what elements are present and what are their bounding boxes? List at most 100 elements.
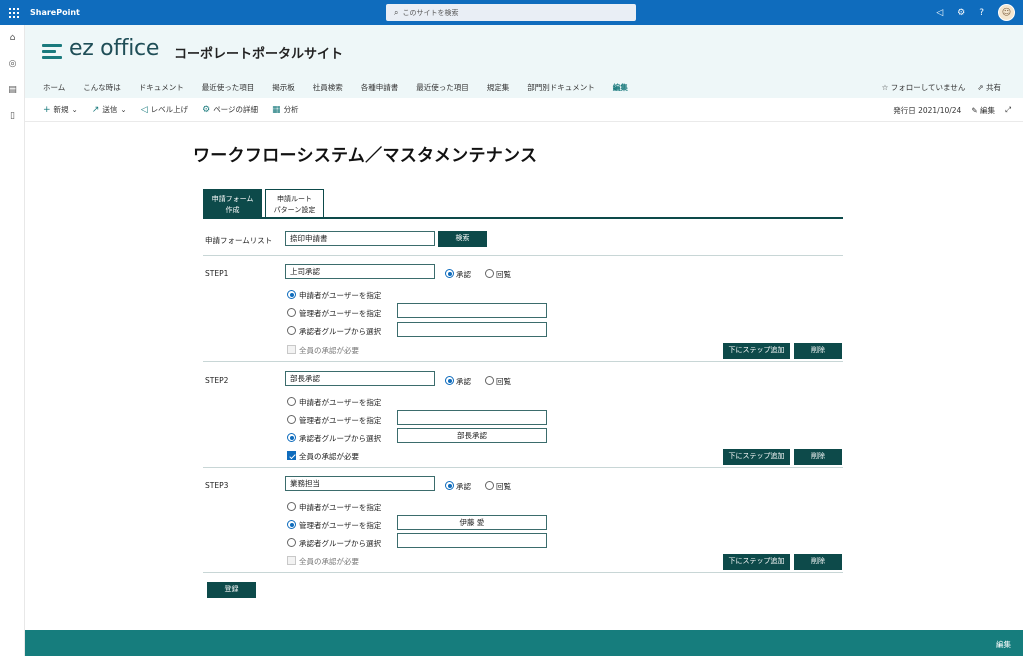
star-icon: ☆ [881, 83, 891, 92]
applicant-label: 申請者がユーザーを指定 [299, 291, 382, 300]
circulate-radio[interactable] [485, 376, 494, 385]
megaphone-icon[interactable]: ◁ [936, 8, 943, 18]
share-button[interactable]: ⇗ 共有 [977, 82, 1001, 93]
gear-icon: ⚙ [202, 104, 211, 115]
logo-text[interactable]: ez office [69, 36, 159, 61]
applicant-label: 申請者がユーザーを指定 [299, 503, 382, 512]
all-approval-checkbox[interactable] [287, 451, 296, 460]
avatar[interactable]: ☺ [998, 4, 1015, 21]
chevron-down-icon: ⌄ [71, 105, 78, 114]
separator [203, 572, 843, 573]
group-input[interactable] [397, 322, 547, 337]
app-name[interactable]: SharePoint [30, 8, 80, 17]
search-placeholder: このサイトを検索 [402, 8, 459, 17]
footer: 編集 [25, 630, 1023, 656]
approve-radio[interactable] [445, 481, 454, 490]
admin-user-input[interactable] [397, 410, 547, 425]
promote-button[interactable]: ◁ レベル上げ [141, 104, 188, 115]
chevron-down-icon: ⌄ [120, 105, 127, 114]
applicant-radio[interactable] [287, 397, 296, 406]
help-icon[interactable]: ? [979, 8, 984, 18]
group-input[interactable]: 部長承認 [397, 428, 547, 443]
delete-button[interactable]: 削除 [794, 449, 842, 465]
approve-label: 承認 [456, 482, 471, 491]
home-icon[interactable]: ⌂ [0, 25, 25, 51]
nav-item-documents[interactable]: ドキュメント [139, 82, 184, 93]
tab-route-pattern[interactable]: 申請ルート パターン設定 [265, 189, 324, 218]
nav-item-employee-search[interactable]: 社員検索 [313, 82, 343, 93]
separator [203, 361, 843, 362]
circulate-label: 回覧 [496, 270, 511, 279]
approve-radio[interactable] [445, 269, 454, 278]
admin-radio[interactable] [287, 308, 296, 317]
all-approval-label: 全員の承認が必要 [299, 557, 359, 566]
step-label: STEP2 [205, 376, 229, 385]
app-rail: ⌂ ◎ ▤ ▯ [0, 25, 25, 656]
nav-item-home[interactable]: ホーム [43, 82, 65, 93]
nav-item-faq[interactable]: こんな時は [83, 82, 121, 93]
approve-radio[interactable] [445, 376, 454, 385]
delete-button[interactable]: 削除 [794, 554, 842, 570]
approve-label: 承認 [456, 270, 471, 279]
share-icon: ⇗ [977, 83, 986, 92]
site-title[interactable]: コーポレートポータルサイト [174, 43, 343, 62]
nav-item-recent-2[interactable]: 最近使った項目 [416, 82, 469, 93]
register-button[interactable]: 登録 [207, 582, 256, 598]
admin-radio[interactable] [287, 415, 296, 424]
document-icon[interactable]: ▯ [0, 103, 25, 129]
all-approval-checkbox[interactable] [287, 556, 296, 565]
group-input[interactable] [397, 533, 547, 548]
step-name-input[interactable]: 業務担当 [285, 476, 435, 491]
logo-icon [42, 44, 62, 59]
gear-icon[interactable]: ⚙ [957, 8, 965, 18]
form-list-input[interactable]: 捺印申請書 [285, 231, 435, 246]
all-approval-label: 全員の承認が必要 [299, 346, 359, 355]
search-button[interactable]: 検索 [438, 231, 487, 247]
search-box[interactable]: ⌕ このサイトを検索 [386, 4, 636, 21]
form-list-label: 申請フォームリスト [205, 236, 273, 245]
expand-icon[interactable]: ⤢ [1005, 105, 1011, 115]
admin-user-input[interactable] [397, 303, 547, 318]
delete-button[interactable]: 削除 [794, 343, 842, 359]
nav-item-recent[interactable]: 最近使った項目 [202, 82, 255, 93]
circulate-label: 回覧 [496, 482, 511, 491]
add-step-button[interactable]: 下にステップ追加 [723, 554, 790, 570]
circulate-radio[interactable] [485, 481, 494, 490]
nav-item-dept-docs[interactable]: 部門別ドキュメント [527, 82, 595, 93]
globe-icon[interactable]: ◎ [0, 51, 25, 77]
nav-item-board[interactable]: 掲示板 [272, 82, 295, 93]
add-step-button[interactable]: 下にステップ追加 [723, 343, 790, 359]
group-radio[interactable] [287, 433, 296, 442]
applicant-label: 申請者がユーザーを指定 [299, 398, 382, 407]
nav-edit-link[interactable]: 編集 [613, 82, 628, 93]
footer-edit-link[interactable]: 編集 [996, 639, 1011, 650]
group-label: 承認者グループから選択 [299, 539, 382, 548]
analytics-button[interactable]: ▦ 分析 [272, 104, 299, 115]
tab-form-create[interactable]: 申請フォーム 作成 [203, 189, 262, 218]
step-name-input[interactable]: 上司承認 [285, 264, 435, 279]
admin-radio[interactable] [287, 520, 296, 529]
circulate-radio[interactable] [485, 269, 494, 278]
nav-item-forms[interactable]: 各種申請書 [361, 82, 399, 93]
send-button[interactable]: ↗ 送信 ⌄ [92, 104, 127, 115]
nav-item-rules[interactable]: 規定集 [487, 82, 510, 93]
group-radio[interactable] [287, 326, 296, 335]
page-details-button[interactable]: ⚙ ページの詳細 [202, 104, 258, 115]
all-approval-label: 全員の承認が必要 [299, 452, 359, 461]
new-button[interactable]: + 新規 ⌄ [43, 104, 78, 115]
approve-label: 承認 [456, 377, 471, 386]
edit-page-button[interactable]: ✎ 編集 [971, 105, 995, 116]
applicant-radio[interactable] [287, 290, 296, 299]
app-launcher-button[interactable] [0, 0, 28, 25]
add-step-button[interactable]: 下にステップ追加 [723, 449, 790, 465]
applicant-radio[interactable] [287, 502, 296, 511]
separator [203, 467, 843, 468]
step-name-input[interactable]: 部長承認 [285, 371, 435, 386]
step-label: STEP1 [205, 269, 229, 278]
admin-user-input[interactable]: 伊藤 愛 [397, 515, 547, 530]
group-label: 承認者グループから選択 [299, 327, 382, 336]
group-radio[interactable] [287, 538, 296, 547]
all-approval-checkbox[interactable] [287, 345, 296, 354]
follow-button[interactable]: ☆ フォローしていません [882, 82, 966, 93]
news-icon[interactable]: ▤ [0, 77, 25, 103]
